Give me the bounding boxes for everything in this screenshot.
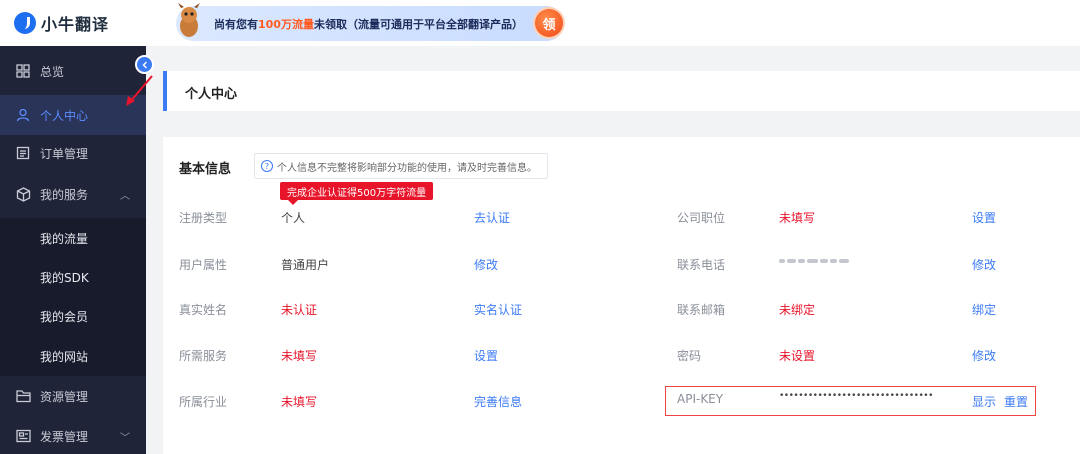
field-value: 普通用户 [281, 258, 330, 272]
basic-info-card: 基本信息 ? 个人信息不完整将影响部分功能的使用，请及时完善信息。 完成企业认证… [163, 137, 1080, 454]
field-label: 所属行业 [179, 395, 228, 409]
field-value: 未设置 [779, 349, 816, 363]
field-label: 密码 [677, 349, 702, 363]
field-value: 未填写 [281, 349, 318, 363]
grid-icon [15, 63, 31, 79]
submenu-item-membership[interactable]: 我的会员 [40, 308, 88, 325]
show-api-key-link[interactable]: 显示 [972, 393, 996, 410]
field-value: 未认证 [281, 303, 318, 317]
certification-promo-badge[interactable]: 完成企业认证得500万字符流量 [280, 182, 434, 205]
bind-email-link[interactable]: 绑定 [972, 301, 996, 318]
chevron-up-icon[interactable]: ︿ [120, 187, 130, 202]
field-label: 真实姓名 [179, 303, 228, 317]
page-title: 个人中心 [185, 87, 238, 102]
sidebar-item-label: 总览 [40, 64, 65, 79]
submenu-item-sdk[interactable]: 我的SDK [40, 269, 89, 286]
field-label: 所需服务 [179, 349, 228, 363]
sidebar-item-label: 个人中心 [40, 108, 89, 123]
sidebar-item-label: 订单管理 [40, 146, 89, 161]
order-icon [15, 145, 31, 161]
invoice-icon [15, 428, 31, 444]
real-name-verify-link[interactable]: 实名认证 [474, 301, 522, 318]
header-accent-bar [163, 71, 167, 111]
annotation-arrow-icon [126, 75, 153, 106]
cube-icon [15, 186, 31, 202]
field-label: 联系电话 [677, 258, 726, 272]
sidebar-item-label: 资源管理 [40, 389, 89, 404]
tip-text: 个人信息不完整将影响部分功能的使用，请及时完善信息。 [277, 162, 537, 174]
section-title: 基本信息 [179, 162, 232, 177]
edit-phone-link[interactable]: 修改 [972, 256, 996, 273]
top-bar: 小牛翻译 尚有您有100万流量未领取（流量可通用于平台全部翻译产品） 领 [0, 0, 1080, 46]
promo-banner[interactable]: 尚有您有100万流量未领取（流量可通用于平台全部翻译产品） 领 [176, 3, 564, 41]
app-name: 小牛翻译 [41, 15, 110, 34]
field-value: 个人 [281, 211, 306, 225]
sidebar-item-orders[interactable]: 订单管理 [0, 133, 146, 173]
page-header: 个人中心 [163, 71, 1080, 111]
field-value: 未填写 [779, 211, 816, 225]
claim-button[interactable]: 领 [535, 9, 563, 37]
field-label: API-KEY [677, 392, 724, 406]
complete-info-link[interactable]: 完善信息 [474, 393, 522, 410]
field-value: 未填写 [281, 395, 318, 409]
api-key-value: •••••••••••••••••••••••••••••••• [779, 391, 933, 401]
sidebar-item-invoices[interactable]: 发票管理 ﹀ [0, 416, 146, 454]
field-value: 未绑定 [779, 303, 816, 317]
set-service-link[interactable]: 设置 [474, 347, 498, 364]
banner-text: 尚有您有100万流量未领取（流量可通用于平台全部翻译产品） [214, 17, 523, 31]
edit-password-link[interactable]: 修改 [972, 347, 996, 364]
chevron-left-icon [142, 61, 147, 68]
info-tip: ? 个人信息不完整将影响部分功能的使用，请及时完善信息。 [254, 153, 548, 179]
submenu-item-traffic[interactable]: 我的流量 [40, 230, 88, 247]
question-icon: ? [261, 160, 273, 172]
sidebar-item-resources[interactable]: 资源管理 [0, 376, 146, 416]
submenu-item-website[interactable]: 我的网站 [40, 348, 88, 365]
mascot-icon [178, 3, 200, 37]
user-icon [15, 107, 31, 123]
services-submenu: 我的流量 我的SDK 我的会员 我的网站 [0, 218, 146, 376]
folder-icon [15, 388, 31, 404]
phone-number-blurred [779, 256, 849, 266]
edit-user-type-link[interactable]: 修改 [474, 256, 498, 273]
app-logo[interactable]: 小牛翻译 [14, 11, 109, 35]
field-label: 注册类型 [179, 211, 228, 225]
sidebar-item-label: 发票管理 [40, 429, 89, 444]
sidebar-item-services[interactable]: 我的服务 ︿ [0, 174, 146, 214]
reset-api-key-link[interactable]: 重置 [1004, 393, 1028, 410]
set-position-link[interactable]: 设置 [972, 209, 996, 226]
chevron-down-icon[interactable]: ﹀ [120, 429, 130, 444]
logo-icon [14, 12, 36, 34]
field-label: 联系邮箱 [677, 303, 726, 317]
field-label: 用户属性 [179, 258, 228, 272]
verify-link[interactable]: 去认证 [474, 209, 510, 226]
field-label: 公司职位 [677, 211, 726, 225]
sidebar-item-label: 我的服务 [40, 187, 89, 202]
